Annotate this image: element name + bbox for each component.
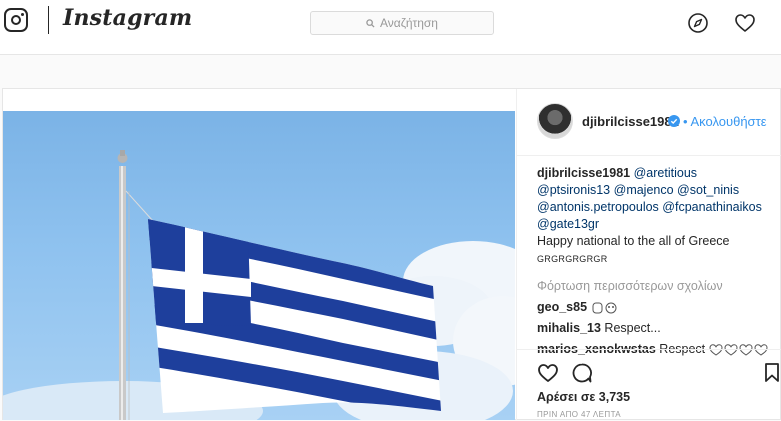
caption-text: Happy national to the all of Greece — [537, 234, 730, 248]
comment-row: geo_s85 — [537, 299, 772, 316]
post-timestamp: ΠΡΙΝ ΑΠΟ 47 ΛΕΠΤΑ — [537, 410, 622, 419]
post-photo[interactable] — [3, 111, 515, 420]
logo-divider — [48, 6, 49, 34]
comments-section: djibrilcisse1981 @aretitious @ptsironis1… — [537, 165, 772, 358]
mention-link[interactable]: @sot_ninis — [677, 183, 739, 197]
compass-icon[interactable] — [687, 12, 709, 34]
post-header: djibrilcisse1981 • Ακολουθήστε — [517, 89, 781, 156]
comment-author[interactable]: mihalis_13 — [537, 321, 601, 335]
page-background-band — [0, 55, 781, 87]
mention-link[interactable]: @gate13gr — [537, 217, 599, 231]
emoji-icons — [592, 302, 617, 314]
caption-small-text: GRGRGRGRGR — [537, 254, 608, 264]
follow-button[interactable]: • Ακολουθήστε — [683, 114, 767, 129]
mention-link[interactable]: @majenco — [614, 183, 674, 197]
heart-icon[interactable] — [734, 12, 756, 34]
post-username[interactable]: djibrilcisse1981 — [582, 114, 679, 129]
top-navigation-bar: Instagram Αναζήτηση — [0, 0, 781, 55]
follow-label: Ακολουθήστε — [690, 114, 767, 129]
post-actions: Αρέσει σε 3,735 ΠΡΙΝ ΑΠΟ 47 ΛΕΠΤΑ — [517, 349, 781, 421]
avatar[interactable] — [537, 103, 573, 139]
bookmark-icon[interactable] — [763, 362, 781, 384]
likes-count[interactable]: Αρέσει σε 3,735 — [537, 390, 630, 404]
comment-text: Respect... — [604, 321, 661, 335]
instagram-wordmark[interactable]: Instagram — [63, 5, 192, 31]
search-icon — [366, 18, 375, 28]
search-input[interactable]: Αναζήτηση — [310, 11, 494, 35]
like-heart-icon[interactable] — [537, 362, 559, 384]
search-placeholder: Αναζήτηση — [380, 16, 438, 30]
mention-link[interactable]: @aretitious — [634, 166, 697, 180]
verified-badge-icon — [668, 115, 680, 127]
instagram-camera-icon[interactable] — [4, 8, 28, 32]
load-more-comments-button[interactable]: Φόρτωση περισσότερων σχολίων — [537, 278, 772, 295]
mention-link[interactable]: @ptsironis13 — [537, 183, 610, 197]
greek-flag-image — [3, 150, 515, 420]
comment-author[interactable]: geo_s85 — [537, 300, 587, 314]
mention-link[interactable]: @antonis.petropoulos — [537, 200, 659, 214]
caption: djibrilcisse1981 @aretitious @ptsironis1… — [537, 165, 772, 268]
post-sidebar: djibrilcisse1981 • Ακολουθήστε djibrilci… — [516, 89, 781, 420]
mention-link[interactable]: @fcpanathinaikos — [662, 200, 762, 214]
comment-icon[interactable] — [571, 362, 593, 384]
caption-author[interactable]: djibrilcisse1981 — [537, 166, 630, 180]
comment-row: mihalis_13 Respect... — [537, 320, 772, 337]
